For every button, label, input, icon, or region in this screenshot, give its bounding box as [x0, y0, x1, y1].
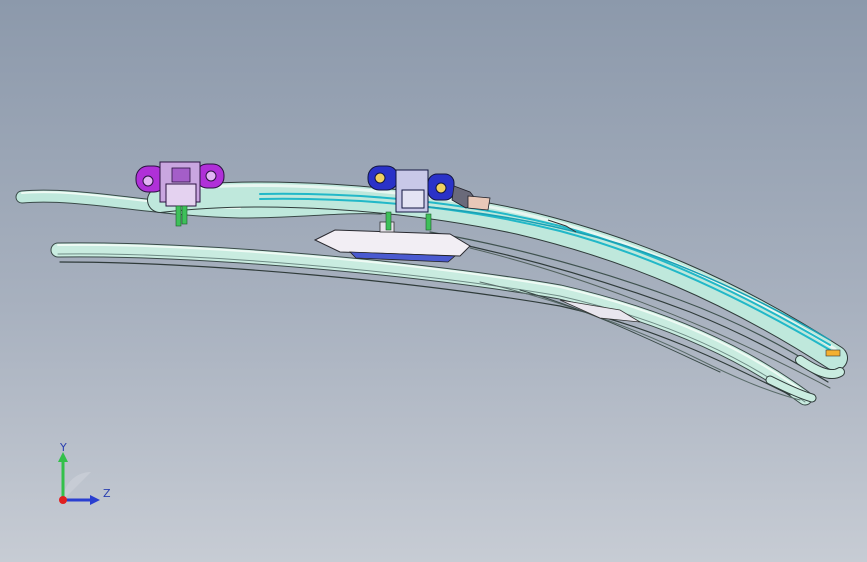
axis-triad: Y Z [58, 441, 111, 505]
z-axis-label: Z [103, 487, 111, 500]
triad-rotation-arc [63, 472, 91, 500]
y-axis-label: Y [59, 441, 67, 454]
cad-viewport[interactable]: Y Z [0, 0, 867, 562]
wiper-rail-model[interactable] [0, 0, 867, 562]
z-axis-arrow [90, 495, 100, 505]
x-axis-dot [59, 496, 67, 504]
